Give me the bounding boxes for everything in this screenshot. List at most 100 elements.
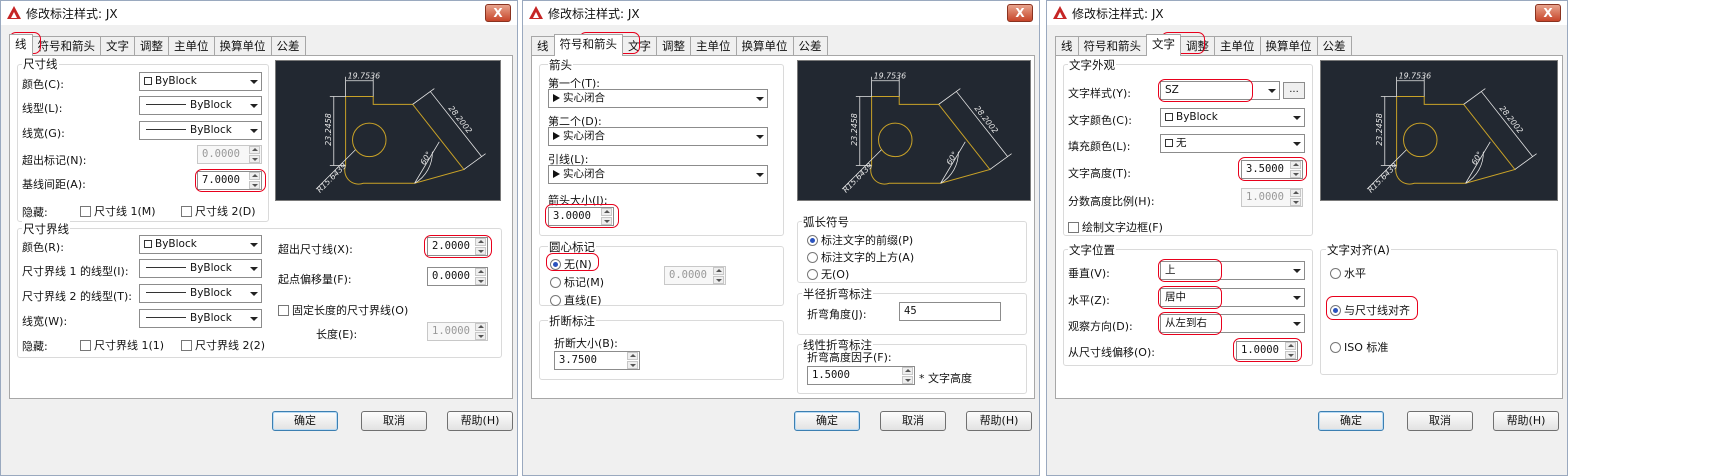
- spin-down-icon[interactable]: [249, 181, 260, 189]
- jog-factor-spinner[interactable]: 1.5000: [807, 366, 915, 385]
- tab-primary-units[interactable]: 主单位: [168, 36, 215, 56]
- dimline-color-combo[interactable]: ByBlock: [139, 72, 262, 91]
- spin-up-icon[interactable]: [249, 172, 260, 180]
- dimline-lineweight-combo[interactable]: ByBlock: [139, 121, 262, 140]
- draw-frame-checkbox[interactable]: 绘制文字边框(F): [1068, 219, 1163, 235]
- spin-up-icon[interactable]: [249, 146, 260, 154]
- jog-angle-input[interactable]: 45: [899, 302, 1001, 321]
- spin-up-icon[interactable]: [713, 267, 724, 275]
- spin-up-icon[interactable]: [1285, 342, 1296, 350]
- help-button[interactable]: 帮助(H): [447, 411, 513, 431]
- tab-alternate-units[interactable]: 换算单位: [1259, 36, 1318, 56]
- spin-down-icon[interactable]: [1285, 351, 1296, 359]
- arc-prefix-radio[interactable]: 标注文字的前缀(P): [807, 232, 913, 248]
- length-spinner[interactable]: 1.0000: [427, 322, 488, 341]
- tab-fit[interactable]: 调整: [656, 36, 691, 56]
- ok-button[interactable]: 确定: [272, 411, 338, 431]
- spin-down-icon[interactable]: [475, 332, 486, 340]
- spin-down-icon[interactable]: [601, 217, 612, 225]
- spin-down-icon[interactable]: [249, 155, 260, 163]
- text-color-combo[interactable]: ByBlock: [1160, 108, 1305, 127]
- close-button[interactable]: X: [1535, 4, 1561, 22]
- view-direction-combo[interactable]: 从左到右: [1160, 314, 1305, 333]
- tab-primary-units[interactable]: 主单位: [690, 36, 737, 56]
- spin-up-icon[interactable]: [1290, 189, 1301, 197]
- help-button[interactable]: 帮助(H): [966, 411, 1032, 431]
- tab-alternate-units[interactable]: 换算单位: [213, 36, 272, 56]
- cancel-button[interactable]: 取消: [880, 411, 946, 431]
- spin-up-icon[interactable]: [601, 208, 612, 216]
- tab-symbols-arrows[interactable]: 符号和箭头: [1077, 36, 1147, 56]
- spin-down-icon[interactable]: [1290, 198, 1301, 206]
- spin-up-icon[interactable]: [627, 352, 638, 360]
- spin-down-icon[interactable]: [713, 276, 724, 284]
- suppress-ext1-checkbox[interactable]: 尺寸界线 1(1): [80, 337, 164, 353]
- tab-text[interactable]: 文字: [100, 36, 135, 56]
- spin-down-icon[interactable]: [627, 361, 638, 369]
- baseline-spinner[interactable]: 7.0000: [197, 171, 262, 190]
- center-none-radio[interactable]: 无(N): [550, 256, 592, 272]
- tab-symbols-arrows[interactable]: 符号和箭头: [553, 34, 623, 56]
- arc-none-radio[interactable]: 无(O): [807, 266, 849, 282]
- close-button[interactable]: X: [1007, 4, 1033, 22]
- text-height-spinner[interactable]: 3.5000: [1241, 160, 1303, 179]
- first-arrow-combo[interactable]: 实心闭合: [548, 89, 768, 108]
- tab-primary-units[interactable]: 主单位: [1214, 36, 1261, 56]
- extline-color-combo[interactable]: ByBlock: [139, 235, 262, 254]
- tab-lines[interactable]: 线: [9, 34, 33, 56]
- text-style-browse-button[interactable]: ...: [1283, 82, 1305, 99]
- align-horizontal-radio[interactable]: 水平: [1330, 265, 1366, 281]
- tab-tolerances[interactable]: 公差: [792, 36, 828, 56]
- tab-symbols-arrows[interactable]: 符号和箭头: [31, 36, 101, 56]
- spin-down-icon[interactable]: [475, 247, 486, 255]
- extend-ticks-spinner[interactable]: 0.0000: [197, 145, 262, 164]
- suppress-dimline1-checkbox[interactable]: 尺寸线 1(M): [80, 203, 156, 219]
- center-mark-radio[interactable]: 标记(M): [550, 274, 604, 290]
- spin-down-icon[interactable]: [475, 277, 486, 285]
- suppress-ext2-checkbox[interactable]: 尺寸界线 2(2): [181, 337, 265, 353]
- spin-up-icon[interactable]: [475, 268, 486, 276]
- ext1-linetype-combo[interactable]: ByBlock: [139, 259, 262, 278]
- horizontal-combo[interactable]: 居中: [1160, 288, 1305, 307]
- suppress-dimline2-checkbox[interactable]: 尺寸线 2(D): [181, 203, 256, 219]
- tab-tolerances[interactable]: 公差: [270, 36, 306, 56]
- tab-text[interactable]: 文字: [1146, 34, 1181, 56]
- second-arrow-combo[interactable]: 实心闭合: [548, 127, 768, 146]
- tab-lines[interactable]: 线: [531, 36, 555, 56]
- spin-up-icon[interactable]: [1290, 161, 1301, 169]
- ok-button[interactable]: 确定: [794, 411, 860, 431]
- break-size-spinner[interactable]: 3.7500: [554, 351, 640, 370]
- tab-tolerances[interactable]: 公差: [1316, 36, 1352, 56]
- help-button[interactable]: 帮助(H): [1493, 411, 1559, 431]
- leader-arrow-combo[interactable]: 实心闭合: [548, 165, 768, 184]
- arc-above-radio[interactable]: 标注文字的上方(A): [807, 249, 914, 265]
- vertical-combo[interactable]: 上: [1160, 261, 1305, 280]
- arrow-size-spinner[interactable]: 3.0000: [548, 207, 614, 226]
- tab-text[interactable]: 文字: [622, 36, 657, 56]
- cancel-button[interactable]: 取消: [1407, 411, 1473, 431]
- ok-button[interactable]: 确定: [1318, 411, 1384, 431]
- fraction-scale-spinner[interactable]: 1.0000: [1241, 188, 1303, 207]
- tab-fit[interactable]: 调整: [1180, 36, 1215, 56]
- beyond-spinner[interactable]: 2.0000: [427, 237, 488, 256]
- fill-color-combo[interactable]: 无: [1160, 134, 1305, 153]
- align-dimline-radio[interactable]: 与尺寸线对齐: [1330, 302, 1410, 318]
- tab-alternate-units[interactable]: 换算单位: [735, 36, 794, 56]
- align-iso-radio[interactable]: ISO 标准: [1330, 339, 1388, 355]
- ext2-linetype-combo[interactable]: ByBlock: [139, 284, 262, 303]
- text-style-combo[interactable]: SZ: [1160, 81, 1280, 100]
- dimline-linetype-combo[interactable]: ByBlock: [139, 96, 262, 115]
- tab-fit[interactable]: 调整: [134, 36, 169, 56]
- center-size-spinner[interactable]: 0.0000: [664, 266, 726, 285]
- spin-down-icon[interactable]: [902, 376, 913, 384]
- fixed-length-checkbox[interactable]: 固定长度的尺寸界线(O): [278, 302, 408, 318]
- spin-up-icon[interactable]: [902, 367, 913, 375]
- spin-down-icon[interactable]: [1290, 170, 1301, 178]
- spin-up-icon[interactable]: [475, 323, 486, 331]
- extline-lineweight-combo[interactable]: ByBlock: [139, 309, 262, 328]
- offset-from-dimline-spinner[interactable]: 1.0000: [1236, 341, 1298, 360]
- cancel-button[interactable]: 取消: [361, 411, 427, 431]
- close-button[interactable]: X: [485, 4, 511, 22]
- center-line-radio[interactable]: 直线(E): [550, 292, 602, 308]
- offset-spinner[interactable]: 0.0000: [427, 267, 488, 286]
